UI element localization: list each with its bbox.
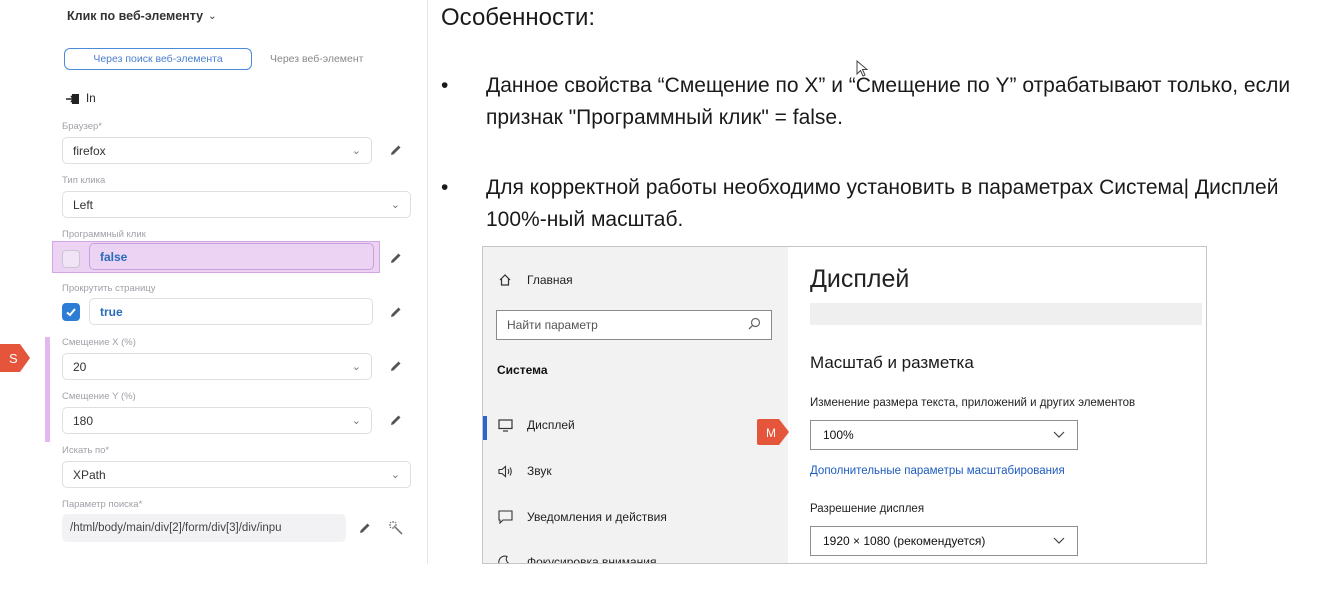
- search-by-value: XPath: [73, 467, 106, 482]
- port-label: In: [86, 93, 96, 105]
- chevron-down-icon: ⌄: [351, 415, 361, 427]
- search-param-value: /html/body/main/div[2]/form/div[3]/div/i…: [70, 522, 282, 534]
- sidebar-sound-label: Звук: [527, 464, 552, 478]
- message-icon: [497, 509, 513, 525]
- slide-title: Особенности:: [441, 4, 596, 31]
- display-page-title: Дисплей: [810, 265, 910, 293]
- properties-panel: Клик по веб-элементу ⌄ Через поиск веб-э…: [0, 0, 428, 564]
- active-indicator: [483, 416, 487, 440]
- pencil-icon[interactable]: [388, 250, 404, 266]
- tab-search-element[interactable]: Через поиск веб-элемента: [64, 48, 252, 70]
- scale-select[interactable]: 100%: [810, 420, 1078, 450]
- pencil-icon[interactable]: [357, 520, 373, 536]
- resolution-label: Разрешение дисплея: [810, 503, 925, 515]
- resolution-select[interactable]: 1920 × 1080 (рекомендуется): [810, 526, 1078, 556]
- programmatic-click-value: false: [100, 249, 128, 264]
- scroll-page-input[interactable]: true: [89, 298, 373, 325]
- tab-web-element[interactable]: Через веб-элемент: [258, 49, 375, 69]
- search-by-select[interactable]: XPath ⌄: [62, 461, 411, 488]
- sidebar-focus-label: Фокусировка внимания: [527, 555, 657, 564]
- panel-title[interactable]: Клик по веб-элементу ⌄: [67, 9, 217, 23]
- element-picker-icon[interactable]: [388, 520, 404, 536]
- scale-section-title: Масштаб и разметка: [810, 353, 974, 372]
- click-type-value: Left: [73, 197, 94, 212]
- pencil-icon[interactable]: [388, 304, 404, 320]
- sidebar-display-label: Дисплей: [527, 418, 575, 432]
- programmatic-click-label: Программный клик: [62, 229, 146, 240]
- click-type-select[interactable]: Left ⌄: [62, 191, 411, 218]
- bullet-text: Для корректной работы необходимо установ…: [486, 176, 1279, 231]
- chevron-down-icon: [1053, 428, 1065, 442]
- marker-s-label: S: [9, 351, 18, 366]
- offset-y-label: Смещение Y (%): [62, 391, 136, 402]
- offset-x-value: 20: [73, 359, 87, 374]
- search-param-input[interactable]: /html/body/main/div[2]/form/div[3]/div/i…: [62, 514, 346, 542]
- panel-title-text: Клик по веб-элементу: [67, 9, 204, 23]
- browser-select[interactable]: firefox ⌄: [62, 137, 372, 164]
- bullet-item: • Данное свойства “Смещение по X” и “Сме…: [441, 70, 1327, 134]
- sidebar-section-title: Система: [497, 363, 548, 377]
- settings-search-input[interactable]: Найти параметр: [496, 310, 772, 340]
- search-param-label: Параметр поиска*: [62, 499, 143, 510]
- pencil-icon[interactable]: [388, 142, 404, 158]
- offset-y-select[interactable]: 180 ⌄: [62, 407, 372, 434]
- offset-x-select[interactable]: 20 ⌄: [62, 353, 372, 380]
- bullet-item: • Для корректной работы необходимо устан…: [441, 172, 1327, 236]
- monitor-icon: [497, 417, 513, 433]
- offset-highlight-bar: [45, 337, 50, 442]
- chevron-down-icon: [1053, 534, 1065, 548]
- home-icon: [497, 272, 513, 288]
- settings-main: Дисплей Масштаб и разметка Изменение раз…: [757, 247, 1206, 563]
- marker-m-label: M: [766, 426, 776, 440]
- search-by-label: Искать по*: [62, 445, 110, 456]
- marker-m: M: [757, 419, 789, 445]
- pencil-icon[interactable]: [388, 412, 404, 428]
- chevron-down-icon: ⌄: [351, 145, 361, 157]
- login-icon: [66, 93, 80, 105]
- sidebar-item-home[interactable]: Главная: [497, 272, 573, 288]
- offset-y-value: 180: [73, 413, 94, 428]
- advanced-scaling-link[interactable]: Дополнительные параметры масштабирования: [810, 465, 1065, 477]
- in-port[interactable]: In: [66, 93, 96, 105]
- browser-value: firefox: [73, 143, 106, 158]
- programmatic-click-input[interactable]: false: [89, 243, 374, 270]
- click-type-label: Тип клика: [62, 175, 106, 186]
- moon-icon: [497, 554, 513, 563]
- offset-x-label: Смещение X (%): [62, 337, 136, 348]
- scale-value: 100%: [823, 428, 854, 442]
- settings-window: Главная Найти параметр Система Дисплей З…: [482, 246, 1207, 564]
- pencil-icon[interactable]: [388, 358, 404, 374]
- scroll-page-label: Прокрутить страницу: [62, 283, 156, 294]
- chevron-down-icon: ⌄: [390, 199, 400, 211]
- scale-label: Изменение размера текста, приложений и д…: [810, 397, 1136, 409]
- resolution-value: 1920 × 1080 (рекомендуется): [823, 534, 986, 548]
- sidebar-notifications-label: Уведомления и действия: [527, 510, 667, 524]
- speaker-icon: [497, 463, 513, 479]
- search-icon: [748, 317, 761, 333]
- chevron-down-icon: ⌄: [351, 361, 361, 373]
- sidebar-item-notifications[interactable]: Уведомления и действия: [497, 509, 667, 525]
- search-placeholder: Найти параметр: [507, 318, 598, 332]
- browser-label: Браузер*: [62, 121, 102, 132]
- chevron-down-icon: ⌄: [390, 469, 400, 481]
- marker-s: S: [0, 344, 30, 372]
- bullet-text: Данное свойства “Смещение по X” и “Смеще…: [486, 74, 1291, 129]
- bullet-dot: •: [441, 74, 449, 97]
- mode-tabs: Через поиск веб-элемента Через веб-элеме…: [64, 48, 375, 70]
- sidebar-item-sound[interactable]: Звук: [497, 463, 552, 479]
- display-preview-strip: [810, 303, 1202, 325]
- scroll-page-value: true: [100, 304, 123, 319]
- check-icon: [66, 308, 76, 317]
- programmatic-click-checkbox[interactable]: [62, 250, 80, 268]
- bullet-dot: •: [441, 176, 449, 199]
- sidebar-home-label: Главная: [527, 273, 573, 287]
- settings-sidebar: Главная Найти параметр Система Дисплей З…: [483, 247, 788, 564]
- sidebar-item-focus[interactable]: Фокусировка внимания: [497, 554, 657, 564]
- scroll-page-checkbox[interactable]: [62, 303, 80, 321]
- chevron-down-icon: ⌄: [208, 10, 217, 22]
- sidebar-item-display[interactable]: Дисплей: [497, 417, 575, 433]
